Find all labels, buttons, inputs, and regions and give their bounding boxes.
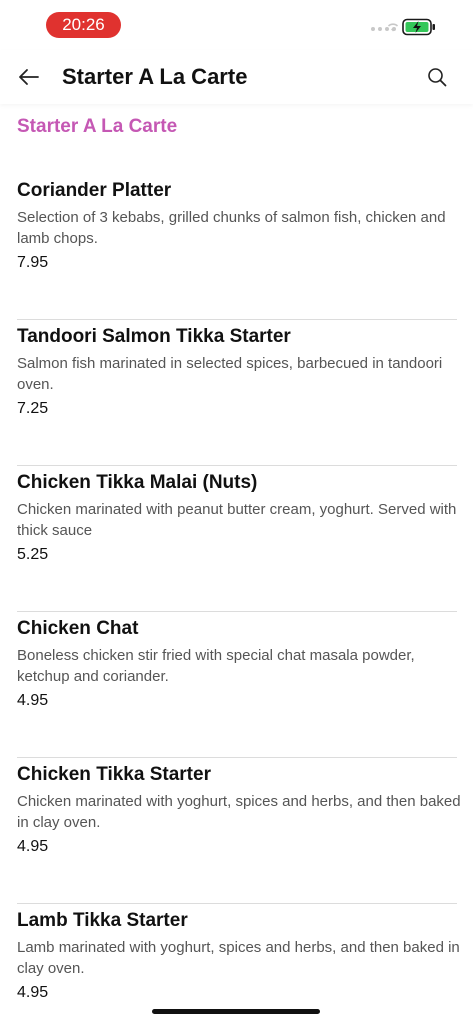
item-name: Tandoori Salmon Tikka Starter (17, 326, 291, 347)
item-name: Chicken Tikka Malai (Nuts) (17, 472, 258, 493)
menu-item[interactable]: Coriander Platter Selection of 3 kebabs,… (17, 174, 457, 320)
wifi-icon (387, 23, 399, 32)
menu-item[interactable]: Chicken Tikka Starter Chicken marinated … (17, 758, 461, 904)
item-price: 7.95 (17, 254, 49, 271)
search-icon (428, 68, 447, 87)
item-name: Chicken Chat (17, 618, 139, 639)
item-price: 7.25 (17, 400, 49, 417)
item-description: Chicken marinated with yoghurt, spices a… (17, 793, 461, 831)
battery-charging-icon (402, 18, 435, 36)
item-description: Selection of 3 kebabs, grilled chunks of… (17, 209, 446, 247)
menu-item[interactable]: Chicken Tikka Malai (Nuts) Chicken marin… (17, 466, 457, 612)
item-price: 4.95 (17, 838, 49, 855)
item-description: Lamb marinated with yoghurt, spices and … (17, 939, 460, 977)
item-description: Chicken marinated with peanut butter cre… (17, 501, 457, 539)
menu-list: Coriander Platter Selection of 3 kebabs,… (17, 174, 461, 1024)
item-price: 4.95 (17, 692, 49, 709)
page-title: Starter A La Carte (62, 64, 248, 89)
back-button[interactable] (12, 60, 46, 94)
status-bar: 20:26 (0, 0, 473, 50)
section-heading: Starter A La Carte (17, 116, 178, 137)
item-name: Chicken Tikka Starter (17, 764, 211, 785)
menu-item[interactable]: Chicken Chat Boneless chicken stir fried… (17, 612, 457, 758)
item-price: 4.95 (17, 984, 49, 1001)
menu-item[interactable]: Tandoori Salmon Tikka Starter Salmon fis… (17, 320, 457, 466)
item-name: Lamb Tikka Starter (17, 910, 188, 931)
item-name: Coriander Platter (17, 180, 172, 201)
item-description: Boneless chicken stir fried with special… (17, 647, 415, 685)
app-header: Starter A La Carte (0, 50, 473, 104)
search-button[interactable] (420, 60, 454, 94)
menu-content[interactable]: Starter A La Carte Coriander Platter Sel… (0, 104, 473, 1024)
status-time: 20:26 (46, 12, 121, 38)
menu-item[interactable]: Lamb Tikka Starter Lamb marinated with y… (17, 904, 460, 1024)
item-price: 5.25 (17, 546, 49, 563)
item-description: Salmon fish marinated in selected spices… (17, 355, 443, 393)
home-indicator[interactable] (152, 1009, 320, 1014)
arrow-left-icon (19, 69, 39, 85)
